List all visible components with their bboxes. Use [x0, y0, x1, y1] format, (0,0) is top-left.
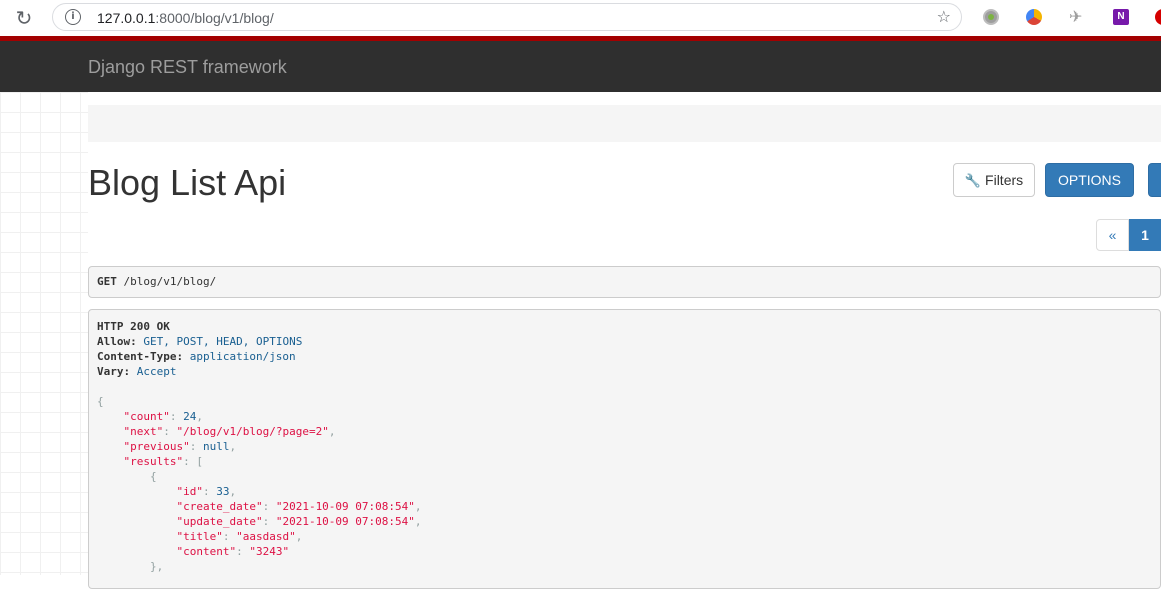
- address-bar[interactable]: i 127.0.0.1:8000/blog/v1/blog/ ☆: [52, 3, 962, 31]
- pagination-page-1[interactable]: 1: [1129, 219, 1161, 251]
- onenote-icon[interactable]: N: [1113, 9, 1129, 25]
- info-icon[interactable]: i: [65, 9, 81, 25]
- request-path: /blog/v1/blog/: [123, 275, 217, 288]
- json-item-id: "id": 33,: [176, 485, 237, 498]
- bird-extension-icon[interactable]: ✈: [1069, 9, 1085, 25]
- reload-icon[interactable]: ↻: [12, 6, 36, 30]
- json-item-title: "title": "aasdasd",: [176, 530, 303, 543]
- json-item-open: {: [97, 470, 157, 483]
- navbar-brand[interactable]: Django REST framework: [88, 57, 287, 78]
- circle-extension-icon[interactable]: [983, 9, 999, 25]
- get-button[interactable]: [1148, 163, 1161, 197]
- filters-label: Filters: [985, 172, 1024, 188]
- options-label: OPTIONS: [1057, 172, 1121, 188]
- json-open-brace: {: [97, 395, 104, 408]
- json-item-content: "content": "3243": [176, 545, 290, 558]
- json-item-create-date: "create_date": "2021-10-09 07:08:54",: [176, 500, 422, 513]
- red-extension-icon[interactable]: [1155, 9, 1161, 25]
- request-info: GET /blog/v1/blog/: [88, 266, 1161, 298]
- url-path: :8000/blog/v1/blog/: [155, 10, 274, 26]
- breadcrumb: [88, 105, 1161, 142]
- json-previous: "previous": null,: [123, 440, 237, 453]
- json-item-update-date: "update_date": "2021-10-09 07:08:54",: [176, 515, 422, 528]
- response-status: HTTP 200 OK: [97, 320, 170, 333]
- json-results: "results": [: [123, 455, 203, 468]
- wrench-icon: 🔧: [964, 174, 982, 189]
- main-content: Blog List Api 🔧 Filters OPTIONS « 1 GET /…: [88, 92, 1161, 589]
- star-add-icon[interactable]: ☆: [937, 7, 951, 26]
- json-item-close: },: [97, 560, 164, 573]
- url-host: 127.0.0.1: [97, 10, 156, 26]
- page-title: Blog List Api: [88, 162, 287, 203]
- header-vary: Vary: Accept: [97, 365, 177, 378]
- json-count: "count": 24,: [123, 410, 203, 423]
- options-button[interactable]: OPTIONS: [1045, 163, 1134, 197]
- navbar: Django REST framework: [0, 41, 1161, 92]
- header-content-type: Content-Type: application/json: [97, 350, 296, 363]
- colorful-extension-icon[interactable]: [1026, 9, 1042, 25]
- browser-toolbar: ↻ i 127.0.0.1:8000/blog/v1/blog/ ☆ ✈ N: [0, 0, 1161, 37]
- response-info: HTTP 200 OK Allow: GET, POST, HEAD, OPTIO…: [88, 309, 1161, 589]
- request-method: GET: [97, 275, 117, 288]
- url-text[interactable]: 127.0.0.1:8000/blog/v1/blog/: [97, 10, 274, 26]
- filters-button[interactable]: 🔧 Filters: [953, 163, 1035, 197]
- json-next: "next": "/blog/v1/blog/?page=2",: [123, 425, 336, 438]
- pagination-previous[interactable]: «: [1096, 219, 1129, 251]
- header-allow: Allow: GET, POST, HEAD, OPTIONS: [97, 335, 303, 348]
